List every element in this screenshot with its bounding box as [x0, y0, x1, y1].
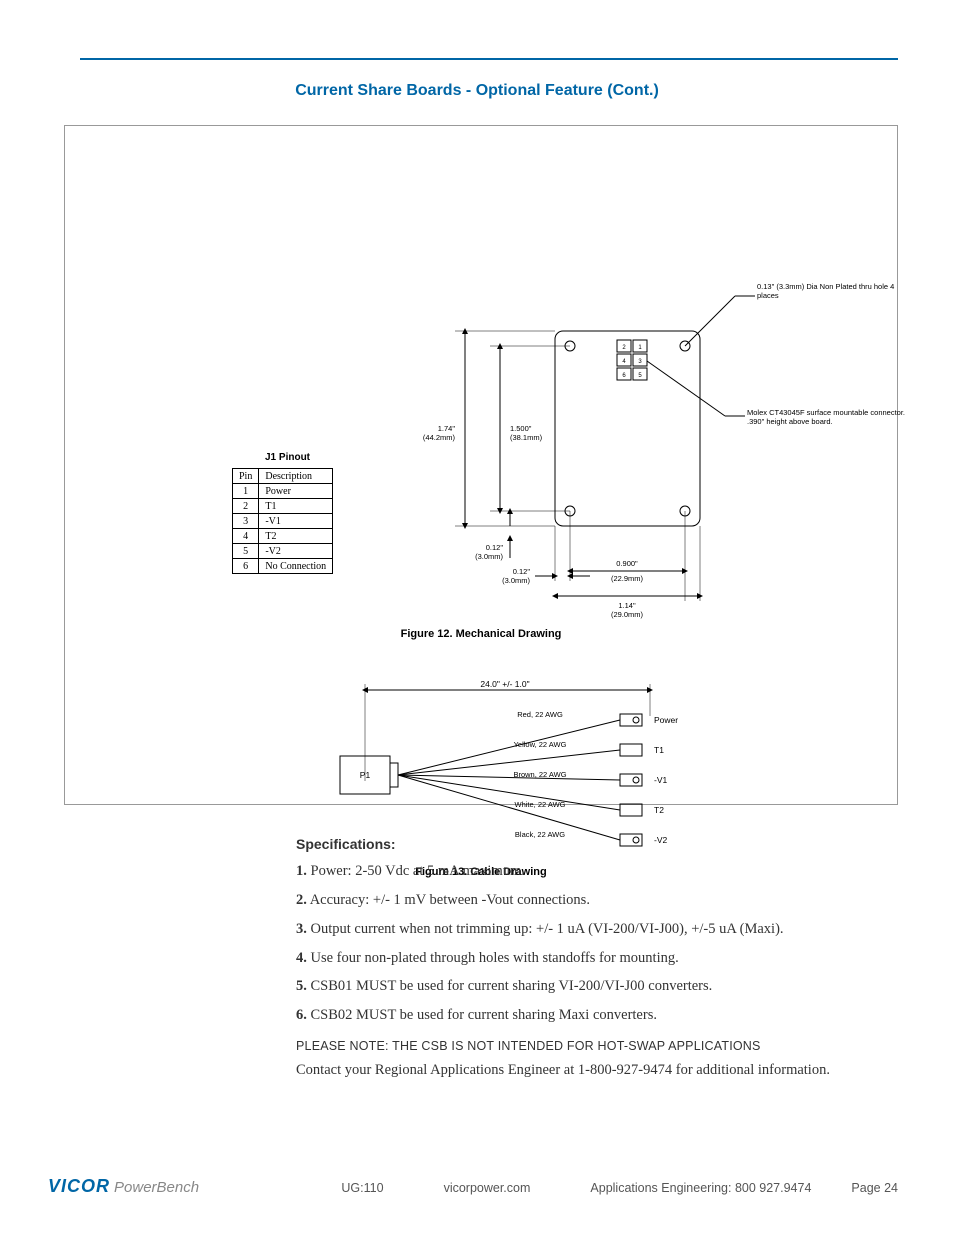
dim: 1.74": [438, 424, 456, 433]
wire-color: White, 22 AWG: [515, 800, 566, 809]
wire-label: -V1: [654, 775, 668, 785]
dim: 1.500": [510, 424, 532, 433]
dim: 0.12": [513, 567, 531, 576]
wire-color: Red, 22 AWG: [517, 710, 563, 719]
figure-container: J1 Pinout Pin Description 1Power 2T1 3-V…: [64, 125, 898, 805]
spec-item: 3. Output current when not trimming up: …: [296, 920, 854, 939]
conn-pin: 3: [638, 359, 642, 365]
specifications: Specifications: 1. Power: 2-50 Vdc at 5 …: [296, 836, 854, 1081]
pin-desc: Power: [259, 484, 333, 499]
pinout-table: Pin Description 1Power 2T1 3-V1 4T2 5-V2…: [232, 468, 333, 574]
specs-heading: Specifications:: [296, 836, 854, 852]
conn-pin: 2: [622, 345, 626, 351]
pin-desc: T1: [259, 499, 333, 514]
pin-cell: 1: [233, 484, 259, 499]
dim: (3.0mm): [502, 576, 530, 585]
pinout-hdr-pin: Pin: [233, 469, 259, 484]
hotswap-note: PLEASE NOTE: THE CSB IS NOT INTENDED FOR…: [296, 1039, 854, 1053]
spec-item: 6. CSB02 MUST be used for current sharin…: [296, 1006, 854, 1025]
pinout-hdr-desc: Description: [259, 469, 333, 484]
spec-item: 5. CSB01 MUST be used for current sharin…: [296, 977, 854, 996]
dim: 0.12": [486, 543, 504, 552]
pin-cell: 5: [233, 544, 259, 559]
wire-label: T2: [654, 805, 664, 815]
pin-cell: 6: [233, 559, 259, 574]
wire-color: Brown, 22 AWG: [513, 770, 566, 779]
dim: (22.9mm): [611, 574, 644, 583]
cable-length: 24.0" +/- 1.0": [480, 679, 529, 689]
dim: (3.0mm): [475, 552, 503, 561]
pin-cell: 2: [233, 499, 259, 514]
site-url: vicorpower.com: [444, 1181, 531, 1195]
dim: (38.1mm): [510, 433, 543, 442]
doc-id: UG:110: [341, 1181, 383, 1195]
wire-label: Power: [654, 715, 678, 725]
dim: (44.2mm): [423, 433, 456, 442]
page-heading: Current Share Boards - Optional Feature …: [0, 82, 954, 100]
pin-desc: T2: [259, 529, 333, 544]
conn-pin: 1: [638, 345, 642, 351]
figure-12-caption: Figure 12. Mechanical Drawing: [65, 628, 897, 640]
logo-powerbench: PowerBench: [114, 1179, 199, 1196]
pin-desc: No Connection: [259, 559, 333, 574]
wire-color: Yellow, 22 AWG: [514, 740, 567, 749]
pin-desc: -V2: [259, 544, 333, 559]
dim: (29.0mm): [611, 610, 644, 619]
logo-vicor: VICOR: [48, 1176, 110, 1197]
contact-text: Contact your Regional Applications Engin…: [296, 1061, 854, 1081]
p1-label: P1: [360, 770, 371, 780]
dim: 1.14": [618, 601, 636, 610]
conn-pin: 5: [638, 373, 642, 379]
wire-label: T1: [654, 745, 664, 755]
pin-cell: 4: [233, 529, 259, 544]
pinout-title: J1 Pinout: [265, 452, 310, 463]
eng-phone: Applications Engineering: 800 927.9474: [590, 1181, 811, 1195]
spec-item: 1. Power: 2-50 Vdc at 5 mA maximum.: [296, 862, 854, 881]
callout-hole: 0.13" (3.3mm) Dia Non Plated thru hole 4…: [757, 282, 907, 300]
top-rule: [80, 58, 898, 60]
mechanical-drawing: 2 1 4 3 6 5 0.13" (3.3mm) Dia Non Plated…: [395, 276, 935, 646]
spec-item: 4. Use four non-plated through holes wit…: [296, 949, 854, 968]
page-number: Page 24: [851, 1181, 898, 1195]
footer: VICOR PowerBench UG:110 vicorpower.com A…: [48, 1176, 898, 1197]
spec-item: 2. Accuracy: +/- 1 mV between -Vout conn…: [296, 891, 854, 910]
callout-conn: Molex CT43045F surface mountable connect…: [747, 408, 917, 426]
pin-desc: -V1: [259, 514, 333, 529]
dim: 0.900": [616, 559, 638, 568]
conn-pin: 4: [622, 359, 626, 365]
pin-cell: 3: [233, 514, 259, 529]
conn-pin: 6: [622, 373, 626, 379]
